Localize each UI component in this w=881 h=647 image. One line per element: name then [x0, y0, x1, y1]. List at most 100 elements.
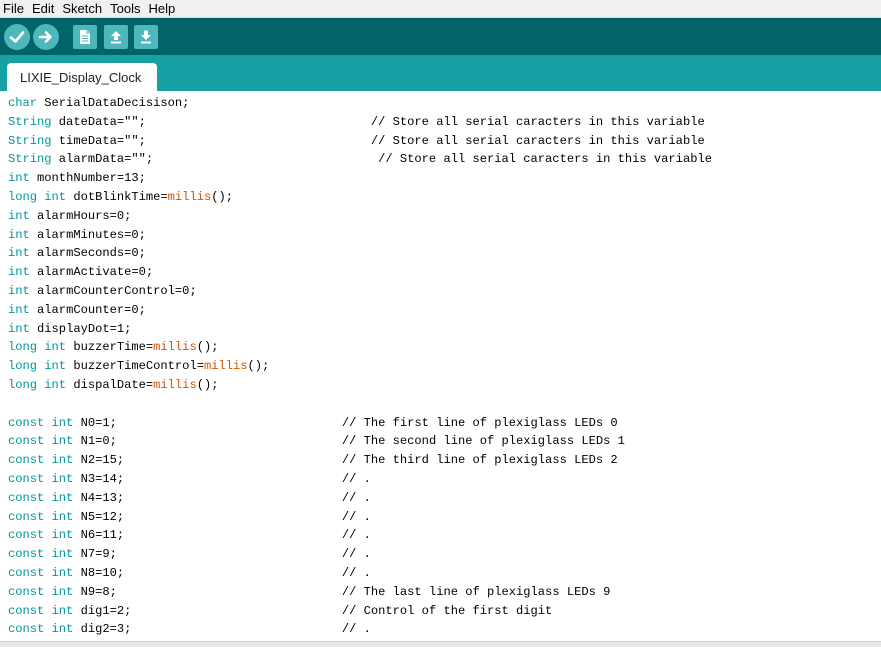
code-token: N6=11; // .: [73, 528, 371, 543]
tab-bar: LIXIE_Display_Clock: [0, 55, 881, 91]
code-keyword: int: [8, 227, 30, 242]
code-token: N0=1; // The first line of plexiglass LE…: [73, 415, 618, 430]
code-keyword: const int: [8, 584, 74, 599]
code-line: const int N7=9; // .: [8, 545, 881, 564]
horizontal-scrollbar[interactable]: [0, 641, 881, 647]
upload-icon: [38, 30, 52, 43]
code-line: String dateData=""; // Store all serial …: [8, 113, 881, 132]
code-line: int alarmCounterControl=0;: [8, 282, 881, 301]
menu-help[interactable]: Help: [144, 0, 179, 18]
code-token: buzzerTimeControl=: [66, 359, 204, 374]
code-function: millis: [153, 377, 197, 392]
code-keyword: int: [8, 283, 30, 298]
code-token: alarmHours=0;: [29, 208, 132, 223]
code-keyword: int: [8, 321, 30, 336]
code-keyword: const int: [8, 490, 74, 505]
code-line: long int dotBlinkTime=millis();: [8, 188, 881, 207]
code-keyword: const int: [8, 565, 74, 580]
code-token: SerialDataDecisison;: [37, 96, 190, 110]
code-keyword: int: [8, 246, 30, 261]
code-line: int displayDot=1;: [8, 320, 881, 339]
code-keyword: const int: [8, 509, 74, 524]
code-line: char SerialDataDecisison;: [8, 94, 881, 113]
code-keyword: long int: [8, 377, 67, 392]
code-token: buzzerTime=: [66, 340, 154, 355]
open-button[interactable]: [104, 24, 128, 49]
code-token: N4=13; // .: [73, 490, 371, 505]
code-line: const int N3=14; // .: [8, 470, 881, 489]
verify-button[interactable]: [4, 23, 30, 50]
code-line: long int dispalDate=millis();: [8, 376, 881, 395]
code-line: long int buzzerTimeControl=millis();: [8, 357, 881, 376]
code-line: int alarmActivate=0;: [8, 263, 881, 282]
code-token: dateData=""; // Store all serial caracte…: [51, 114, 705, 129]
code-keyword: const int: [8, 471, 74, 486]
code-token: ();: [196, 377, 219, 392]
code-token: alarmCounterControl=0;: [29, 283, 197, 298]
code-keyword: char: [8, 96, 38, 110]
menu-edit[interactable]: Edit: [28, 0, 58, 18]
code-token: alarmActivate=0;: [29, 265, 154, 280]
code-token: dig2=3; // .: [73, 622, 371, 637]
code-line: String timeData=""; // Store all serial …: [8, 132, 881, 151]
code-token: ();: [196, 340, 219, 355]
code-keyword: const int: [8, 603, 74, 618]
code-keyword: const int: [8, 434, 74, 449]
code-keyword: const int: [8, 453, 74, 468]
code-token: N8=10; // .: [73, 565, 371, 580]
code-keyword: int: [8, 265, 30, 280]
code-function: millis: [203, 359, 248, 374]
code-token: ();: [247, 359, 270, 374]
code-line: const int N2=15; // The third line of pl…: [8, 451, 881, 470]
code-keyword: int: [8, 171, 30, 186]
code-token: alarmSeconds=0;: [29, 246, 146, 261]
code-line: const int N5=12; // .: [8, 508, 881, 527]
toolbar: [0, 18, 881, 55]
code-line: int alarmHours=0;: [8, 207, 881, 226]
code-line: long int buzzerTime=millis();: [8, 338, 881, 357]
code-keyword: const int: [8, 415, 74, 430]
save-icon: [141, 30, 151, 43]
code-keyword: String: [8, 114, 52, 129]
menu-bar: File Edit Sketch Tools Help: [0, 0, 881, 18]
code-token: N1=0; // The second line of plexiglass L…: [73, 434, 625, 449]
new-icon: [80, 29, 90, 44]
code-token: displayDot=1;: [29, 321, 132, 336]
code-line: const int N6=11; // .: [8, 526, 881, 545]
code-token: N7=9; // .: [73, 547, 371, 562]
code-token: timeData=""; // Store all serial caracte…: [51, 133, 705, 148]
save-button[interactable]: [134, 24, 158, 49]
code-line: const int N0=1; // The first line of ple…: [8, 414, 881, 433]
code-token: alarmCounter=0;: [29, 302, 146, 317]
code-line: const int N4=13; // .: [8, 489, 881, 508]
code-line: const int dig2=3; // .: [8, 620, 881, 639]
code-token: monthNumber=13;: [29, 171, 146, 186]
code-token: N9=8; // The last line of plexiglass LED…: [73, 584, 611, 599]
verify-icon: [9, 30, 25, 43]
tab-sketch[interactable]: LIXIE_Display_Clock: [7, 63, 157, 91]
code-function: millis: [153, 340, 197, 355]
code-token: dotBlinkTime=: [66, 189, 168, 204]
menu-sketch[interactable]: Sketch: [58, 0, 106, 18]
code-editor[interactable]: char SerialDataDecisison; String dateData…: [0, 91, 881, 641]
code-keyword: long int: [8, 359, 67, 374]
code-token: ();: [211, 189, 233, 204]
code-token: alarmData=""; // Store all serial caract…: [51, 152, 712, 167]
code-keyword: const int: [8, 528, 74, 543]
code-line: const int N1=0; // The second line of pl…: [8, 432, 881, 451]
code-line: int alarmCounter=0;: [8, 301, 881, 320]
new-button[interactable]: [73, 24, 97, 49]
code-token: N2=15; // The third line of plexiglass L…: [73, 453, 618, 468]
code-token: N3=14; // .: [73, 471, 371, 486]
code-token: dig1=2; // Control of the first digit: [73, 603, 553, 618]
code-line: int alarmMinutes=0;: [8, 226, 881, 245]
open-icon: [111, 30, 121, 43]
menu-tools[interactable]: Tools: [106, 0, 144, 18]
menu-file[interactable]: File: [0, 0, 28, 18]
code-text[interactable]: char SerialDataDecisison; String dateData…: [0, 91, 881, 639]
code-line: int alarmSeconds=0;: [8, 244, 881, 263]
code-keyword: int: [8, 208, 30, 223]
upload-button[interactable]: [33, 23, 59, 50]
code-token: N5=12; // .: [73, 509, 371, 524]
code-line: const int N9=8; // The last line of plex…: [8, 583, 881, 602]
